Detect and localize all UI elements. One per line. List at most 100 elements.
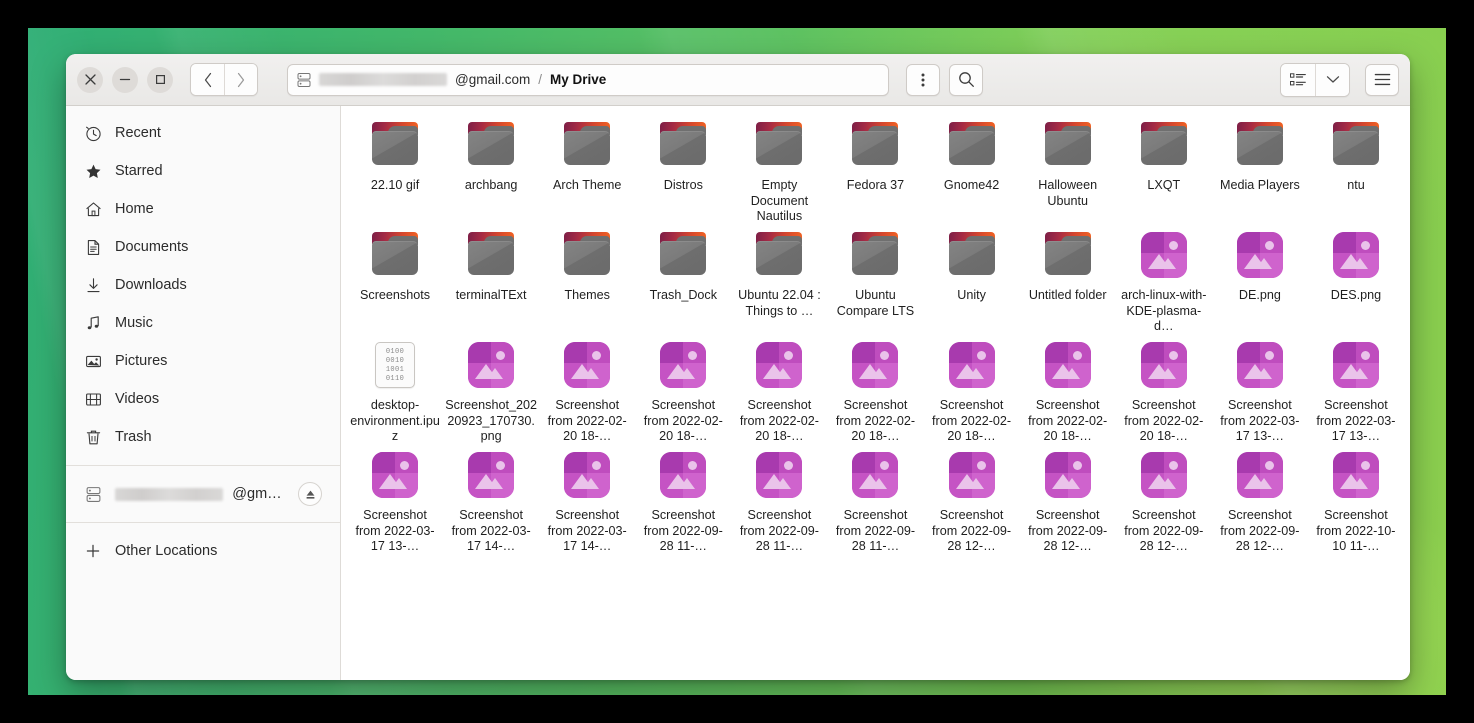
file-item[interactable]: Screenshot from 2022-03-17 13-… xyxy=(347,446,443,556)
file-item[interactable]: Screenshot from 2022-03-17 14-… xyxy=(443,446,539,556)
sidebar-item-trash[interactable]: Trash xyxy=(73,418,333,456)
file-item[interactable]: Screenshot from 2022-02-20 18-… xyxy=(635,336,731,446)
file-item[interactable]: Screenshot from 2022-02-20 18-… xyxy=(539,336,635,446)
sidebar-item-home[interactable]: Home xyxy=(73,190,333,228)
sidebar-item-downloads[interactable]: Downloads xyxy=(73,266,333,304)
path-menu-button[interactable] xyxy=(906,63,941,96)
file-item[interactable]: Media Players xyxy=(1212,116,1308,226)
image-file-icon xyxy=(948,342,995,388)
minimize-button[interactable] xyxy=(112,66,138,93)
file-item[interactable]: DE.png xyxy=(1212,226,1308,336)
chevron-right-icon xyxy=(237,72,245,87)
file-item[interactable]: Screenshot from 2022-10-10 11-… xyxy=(1308,446,1404,556)
sidebar-item-pictures[interactable]: Pictures xyxy=(73,342,333,380)
file-icon-wrap xyxy=(948,122,996,174)
sidebar-item-google-drive-mount[interactable]: @gma… xyxy=(73,475,333,513)
file-item[interactable]: Ubuntu Compare LTS xyxy=(827,226,923,336)
file-item[interactable]: Screenshot from 2022-09-28 11-… xyxy=(731,446,827,556)
file-label: Untitled folder xyxy=(1028,288,1107,302)
file-item[interactable]: Screenshot from 2022-02-20 18-… xyxy=(924,336,1020,446)
file-item[interactable]: Screenshot from 2022-02-20 18-… xyxy=(1020,336,1116,446)
file-item[interactable]: Unity xyxy=(924,226,1020,336)
view-options-dropdown[interactable] xyxy=(1315,63,1349,96)
image-file-icon xyxy=(1140,342,1187,388)
file-item[interactable]: DES.png xyxy=(1308,226,1404,336)
sidebar-item-recent[interactable]: Recent xyxy=(73,114,333,152)
file-item[interactable]: Empty Document Nautilus xyxy=(731,116,827,226)
sidebar-item-videos[interactable]: Videos xyxy=(73,380,333,418)
file-item[interactable]: Trash_Dock xyxy=(635,226,731,336)
file-item[interactable]: Screenshot from 2022-09-28 12-… xyxy=(1116,446,1212,556)
file-item[interactable]: Fedora 37 xyxy=(827,116,923,226)
file-label: Arch Theme xyxy=(553,178,622,192)
file-label: Screenshot from 2022-02-20 18-… xyxy=(739,398,819,443)
file-label: arch-linux-with-KDE-plasma-d… xyxy=(1121,288,1207,333)
mount-name-redacted xyxy=(115,487,224,501)
file-item[interactable]: Distros xyxy=(635,116,731,226)
file-icon-wrap xyxy=(948,342,995,394)
image-file-icon xyxy=(660,452,707,498)
file-label: Screenshot from 2022-02-20 18-… xyxy=(1028,398,1108,443)
file-label: Unity xyxy=(957,288,986,302)
file-label: Screenshot from 2022-03-17 14-… xyxy=(451,508,531,553)
sidebar-item-starred[interactable]: Starred xyxy=(73,152,333,190)
file-item[interactable]: terminalTExt xyxy=(443,226,539,336)
file-item[interactable]: 22.10 gif xyxy=(347,116,443,226)
folder-icon xyxy=(1332,122,1380,166)
file-item[interactable]: Themes xyxy=(539,226,635,336)
file-item[interactable]: Screenshot from 2022-03-17 14-… xyxy=(539,446,635,556)
list-view-button[interactable] xyxy=(1281,63,1315,96)
file-label: Themes xyxy=(564,288,610,302)
file-item[interactable]: Screenshot from 2022-09-28 12-… xyxy=(1020,446,1116,556)
sidebar-item-other-locations[interactable]: Other Locations xyxy=(73,532,333,570)
sidebar: Recent Starred Home Documents Downloads … xyxy=(66,106,341,680)
search-button[interactable] xyxy=(949,63,984,96)
file-label: terminalTExt xyxy=(455,288,527,302)
forward-button[interactable] xyxy=(224,64,257,95)
file-label: DE.png xyxy=(1238,288,1281,302)
sidebar-item-documents[interactable]: Documents xyxy=(73,228,333,266)
drive-icon xyxy=(297,72,311,87)
film-icon xyxy=(84,390,102,408)
file-item[interactable]: Screenshot from 2022-09-28 12-… xyxy=(924,446,1020,556)
file-item[interactable]: Screenshot from 2022-03-17 13-… xyxy=(1308,336,1404,446)
file-item[interactable]: Ubuntu 22.04 : Things to … xyxy=(731,226,827,336)
file-item[interactable]: Gnome42 xyxy=(924,116,1020,226)
file-item[interactable]: arch-linux-with-KDE-plasma-d… xyxy=(1116,226,1212,336)
file-label: Screenshot from 2022-02-20 18-… xyxy=(1124,398,1204,443)
folder-icon xyxy=(563,232,611,276)
file-item[interactable]: Screenshot from 2022-03-17 13-… xyxy=(1212,336,1308,446)
file-item[interactable]: Screenshot from 2022-02-20 18-… xyxy=(731,336,827,446)
file-label: Screenshot from 2022-09-28 12-… xyxy=(1220,508,1300,553)
breadcrumb-path-bar[interactable]: @gmail.com / My Drive xyxy=(287,63,890,96)
file-item[interactable]: Halloween Ubuntu xyxy=(1020,116,1116,226)
folder-icon xyxy=(1044,122,1092,166)
file-label: Screenshot from 2022-03-17 13-… xyxy=(355,508,435,553)
file-icon-wrap xyxy=(1044,122,1092,174)
back-button[interactable] xyxy=(191,64,224,95)
file-item[interactable]: ntu xyxy=(1308,116,1404,226)
file-item[interactable]: Screenshots xyxy=(347,226,443,336)
main-menu-button[interactable] xyxy=(1365,63,1399,96)
file-item[interactable]: Screenshot from 2022-02-20 18-… xyxy=(827,336,923,446)
file-icon-wrap xyxy=(755,122,803,174)
file-label: Trash_Dock xyxy=(649,288,718,302)
file-item[interactable]: 0100 0010 1001 0110 desktop-environment.ipuz xyxy=(347,336,443,446)
close-button[interactable] xyxy=(77,66,103,93)
eject-button[interactable] xyxy=(298,482,322,506)
file-item[interactable]: archbang xyxy=(443,116,539,226)
sidebar-item-music[interactable]: Music xyxy=(73,304,333,342)
breadcrumb-current[interactable]: My Drive xyxy=(550,72,606,87)
drive-icon xyxy=(84,485,102,503)
file-item[interactable]: Screenshot from 2022-09-28 11-… xyxy=(827,446,923,556)
file-item[interactable]: Arch Theme xyxy=(539,116,635,226)
file-item[interactable]: Untitled folder xyxy=(1020,226,1116,336)
file-item[interactable]: Screenshot_20220923_170730.png xyxy=(443,336,539,446)
image-file-icon xyxy=(852,452,899,498)
file-item[interactable]: LXQT xyxy=(1116,116,1212,226)
maximize-button[interactable] xyxy=(147,66,173,93)
file-item[interactable]: Screenshot from 2022-09-28 11-… xyxy=(635,446,731,556)
file-label: Ubuntu 22.04 : Things to … xyxy=(738,288,821,318)
file-item[interactable]: Screenshot from 2022-02-20 18-… xyxy=(1116,336,1212,446)
file-item[interactable]: Screenshot from 2022-09-28 12-… xyxy=(1212,446,1308,556)
